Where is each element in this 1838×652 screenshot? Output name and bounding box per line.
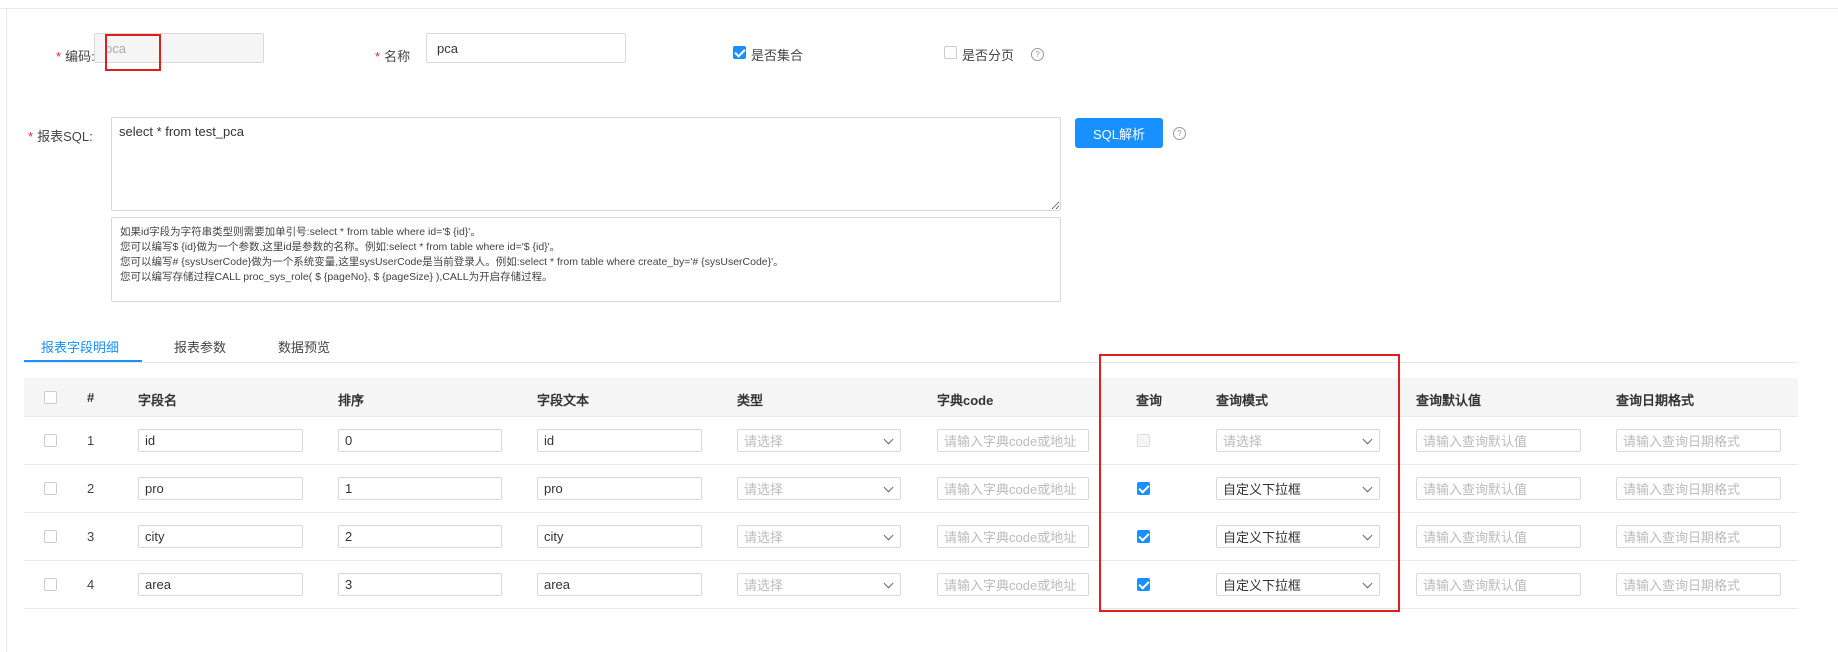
row-index: 3 bbox=[87, 529, 95, 544]
query-default-input[interactable]: 请输入查询默认值 bbox=[1416, 477, 1581, 500]
field-name-input[interactable]: city bbox=[138, 525, 303, 548]
header-field-text: 字段文本 bbox=[537, 393, 590, 408]
sql-textarea[interactable] bbox=[111, 117, 1061, 211]
header-field-name: 字段名 bbox=[138, 393, 178, 408]
is-collection-label: 是否集合 bbox=[751, 48, 804, 63]
tip-line: 您可以编写# {sysUserCode}做为一个系统变量,这里sysUserCo… bbox=[120, 256, 784, 268]
type-select[interactable]: 请选择 bbox=[737, 477, 901, 500]
field-text-input[interactable]: pro bbox=[537, 477, 702, 500]
highlight-box-query-columns bbox=[1099, 354, 1400, 612]
is-paging-checkbox[interactable] bbox=[944, 46, 957, 59]
left-divider bbox=[6, 8, 7, 652]
header-query-date-format: 查询日期格式 bbox=[1616, 393, 1695, 408]
sql-label: * 报表SQL: bbox=[28, 129, 93, 144]
row-index: 2 bbox=[87, 481, 95, 496]
tip-line: 您可以编写$ {id}做为一个参数,这里id是参数的名称。例如:select *… bbox=[120, 241, 561, 253]
header-type: 类型 bbox=[737, 393, 764, 408]
header-dict-code: 字典code bbox=[937, 393, 994, 408]
is-collection-checkbox[interactable] bbox=[733, 46, 746, 59]
row-checkbox[interactable] bbox=[44, 530, 57, 543]
name-input[interactable]: pca bbox=[426, 33, 626, 63]
chevron-down-icon bbox=[883, 482, 894, 493]
tab-report-params[interactable]: 报表参数 bbox=[174, 337, 226, 356]
query-date-format-input[interactable]: 请输入查询日期格式 bbox=[1616, 573, 1781, 596]
dict-code-input[interactable]: 请输入字典code或地址 bbox=[937, 477, 1089, 500]
paging-help-icon[interactable]: ? bbox=[1031, 48, 1044, 61]
query-date-format-input[interactable]: 请输入查询日期格式 bbox=[1616, 477, 1781, 500]
table-header bbox=[24, 378, 1798, 417]
query-date-format-input[interactable]: 请输入查询日期格式 bbox=[1616, 429, 1781, 452]
field-text-input[interactable]: area bbox=[537, 573, 702, 596]
field-name-input[interactable]: area bbox=[138, 573, 303, 596]
highlight-box-code bbox=[105, 34, 161, 71]
query-default-input[interactable]: 请输入查询默认值 bbox=[1416, 573, 1581, 596]
tab-field-detail[interactable]: 报表字段明细 bbox=[41, 337, 119, 356]
tabs-divider bbox=[24, 362, 1798, 363]
tip-line: 您可以编写存储过程CALL proc_sys_role( $ {pageNo},… bbox=[120, 271, 553, 283]
chevron-down-icon bbox=[883, 434, 894, 445]
is-paging-label: 是否分页 bbox=[962, 48, 1015, 63]
tip-line: 如果id字段为字符串类型则需要加单引号:select * from table … bbox=[120, 226, 481, 238]
query-default-input[interactable]: 请输入查询默认值 bbox=[1416, 525, 1581, 548]
query-default-input[interactable]: 请输入查询默认值 bbox=[1416, 429, 1581, 452]
select-all-checkbox[interactable] bbox=[44, 391, 57, 404]
query-date-format-input[interactable]: 请输入查询日期格式 bbox=[1616, 525, 1781, 548]
field-name-input[interactable]: pro bbox=[138, 477, 303, 500]
row-index: 4 bbox=[87, 577, 95, 592]
tab-data-preview[interactable]: 数据预览 bbox=[278, 337, 330, 356]
row-index: 1 bbox=[87, 433, 95, 448]
chevron-down-icon bbox=[883, 530, 894, 541]
sql-help-icon[interactable]: ? bbox=[1173, 127, 1186, 140]
type-select[interactable]: 请选择 bbox=[737, 429, 901, 452]
chevron-down-icon bbox=[883, 578, 894, 589]
dict-code-input[interactable]: 请输入字典code或地址 bbox=[937, 573, 1089, 596]
header-index: # bbox=[87, 390, 95, 405]
field-name-input[interactable]: id bbox=[138, 429, 303, 452]
sql-tips-box: 如果id字段为字符串类型则需要加单引号:select * from table … bbox=[111, 217, 1061, 302]
row-checkbox[interactable] bbox=[44, 578, 57, 591]
order-input[interactable]: 2 bbox=[338, 525, 502, 548]
type-select[interactable]: 请选择 bbox=[737, 573, 901, 596]
header-order: 排序 bbox=[338, 393, 365, 408]
top-divider bbox=[0, 8, 1838, 9]
row-checkbox[interactable] bbox=[44, 482, 57, 495]
field-text-input[interactable]: id bbox=[537, 429, 702, 452]
dict-code-input[interactable]: 请输入字典code或地址 bbox=[937, 525, 1089, 548]
sql-parse-button[interactable]: SQL解析 bbox=[1075, 118, 1163, 148]
order-input[interactable]: 1 bbox=[338, 477, 502, 500]
row-checkbox[interactable] bbox=[44, 434, 57, 447]
code-label: * 编码: bbox=[56, 49, 95, 64]
name-label: * 名称 bbox=[375, 49, 411, 64]
order-input[interactable]: 0 bbox=[338, 429, 502, 452]
field-text-input[interactable]: city bbox=[537, 525, 702, 548]
type-select[interactable]: 请选择 bbox=[737, 525, 901, 548]
header-query-default: 查询默认值 bbox=[1416, 393, 1482, 408]
order-input[interactable]: 3 bbox=[338, 573, 502, 596]
dict-code-input[interactable]: 请输入字典code或地址 bbox=[937, 429, 1089, 452]
